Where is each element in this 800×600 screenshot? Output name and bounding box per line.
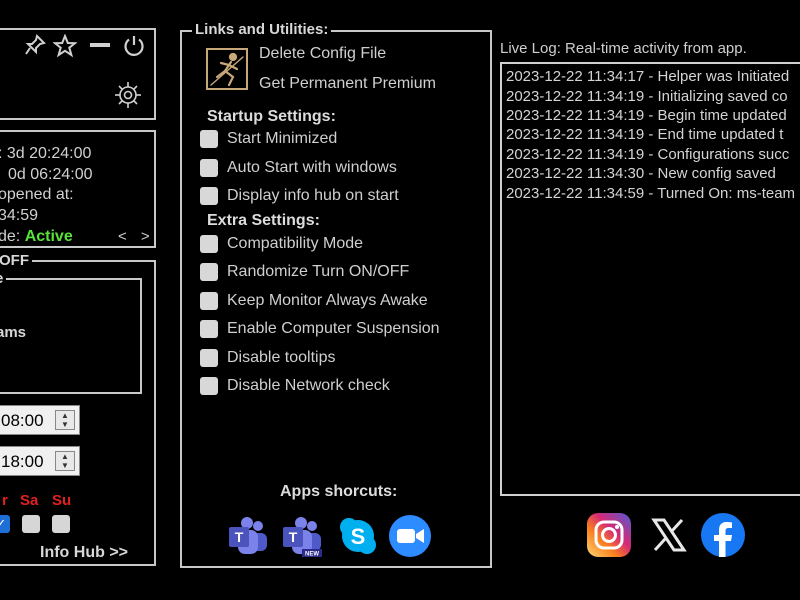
app-option-teams[interactable]: ams [0, 324, 26, 341]
log-entry: 2023-12-22 11:34:30 - New config saved [506, 165, 776, 182]
facebook-icon[interactable] [700, 512, 746, 558]
display-info-hub-checkbox[interactable] [200, 187, 218, 205]
computer-suspension-checkbox[interactable] [200, 320, 218, 338]
svg-text:T: T [289, 529, 298, 545]
start-minimized-checkbox[interactable] [200, 130, 218, 148]
pin-icon[interactable] [24, 34, 46, 61]
total-time: : 3d 20:24:00 [0, 145, 92, 162]
x-icon[interactable] [646, 512, 692, 558]
opened-at-label: opened at: [0, 186, 74, 203]
apps-shortcuts-heading: Apps shorcuts: [280, 483, 398, 500]
mode-nav[interactable]: < > [118, 228, 155, 245]
teams-icon[interactable]: T [226, 514, 270, 558]
mode-label: de: [0, 228, 21, 245]
delete-config-link[interactable]: Delete Config File [259, 45, 386, 63]
live-log-list[interactable]: 2023-12-22 11:34:17 - Helper was Initiat… [500, 62, 800, 496]
app-select-legend: e [0, 270, 7, 287]
links-legend: Links and Utilities: [192, 21, 332, 38]
log-entry: 2023-12-22 11:34:19 - Initializing saved… [506, 88, 788, 105]
day-label-sa: Sa [20, 492, 39, 509]
get-premium-link[interactable]: Get Permanent Premium [259, 75, 436, 93]
new-badge: NEW [305, 552, 319, 558]
randomize-checkbox[interactable] [200, 263, 218, 281]
auto-start-label: Auto Start with windows [227, 159, 397, 176]
runner-icon [205, 47, 249, 91]
log-entry: 2023-12-22 11:34:17 - Helper was Initiat… [506, 68, 790, 85]
opened-at-time: 34:59 [0, 207, 39, 224]
start-time-stepper[interactable]: ▲ ▼ [55, 410, 75, 430]
start-minimized-label: Start Minimized [227, 130, 338, 147]
star-icon[interactable] [52, 33, 78, 63]
keep-monitor-awake-label: Keep Monitor Always Awake [227, 292, 428, 309]
extra-settings-heading: Extra Settings: [207, 212, 320, 229]
display-info-hub-label: Display info hub on start [227, 187, 399, 204]
svg-text:S: S [351, 524, 366, 549]
skype-icon[interactable]: S [336, 514, 380, 558]
session-time: 0d 06:24:00 [8, 166, 93, 183]
disable-tooltips-label: Disable tooltips [227, 349, 336, 366]
app-select-group: e ams [0, 270, 142, 394]
mode-value: Active [24, 228, 73, 245]
svg-text:T: T [235, 529, 244, 545]
end-time-input[interactable]: 18:00 ▲ ▼ [0, 446, 80, 476]
gear-icon[interactable] [113, 80, 143, 110]
startup-settings-heading: Startup Settings: [207, 108, 336, 125]
compatibility-mode-label: Compatibility Mode [227, 235, 364, 252]
log-entry: 2023-12-22 11:34:59 - Turned On: ms-team [506, 185, 796, 202]
live-log-title: Live Log: Real-time activity from app. [500, 40, 747, 57]
disable-network-check-checkbox[interactable] [200, 377, 218, 395]
keep-monitor-awake-checkbox[interactable] [200, 292, 218, 310]
instagram-icon[interactable] [586, 512, 632, 558]
teams-new-icon[interactable]: T NEW [280, 514, 324, 558]
info-hub-link[interactable]: Info Hub >> [40, 544, 128, 562]
day-checkbox-su[interactable] [52, 515, 70, 533]
day-label-su: Su [52, 492, 72, 509]
compatibility-mode-checkbox[interactable] [200, 235, 218, 253]
computer-suspension-label: Enable Computer Suspension [227, 320, 440, 337]
day-checkbox-sa[interactable] [22, 515, 40, 533]
start-time-input[interactable]: 08:00 ▲ ▼ [0, 405, 80, 435]
minimize-icon[interactable] [89, 34, 111, 61]
end-time-stepper[interactable]: ▲ ▼ [55, 451, 75, 471]
zoom-icon[interactable] [388, 514, 432, 558]
schedule-legend: OFF [0, 252, 32, 269]
mode-status: de: Active [0, 228, 73, 246]
randomize-label: Randomize Turn ON/OFF [227, 263, 410, 280]
day-checkbox-fr[interactable]: ✓ [0, 515, 10, 533]
log-entry: 2023-12-22 11:34:19 - Configurations suc… [506, 146, 790, 163]
day-label-fr: r [2, 492, 8, 509]
log-entry: 2023-12-22 11:34:19 - End time updated t [506, 126, 784, 143]
disable-network-check-label: Disable Network check [227, 377, 390, 394]
auto-start-checkbox[interactable] [200, 159, 218, 177]
log-entry: 2023-12-22 11:34:19 - Begin time updated [506, 107, 787, 124]
power-icon[interactable] [122, 34, 146, 63]
disable-tooltips-checkbox[interactable] [200, 349, 218, 367]
